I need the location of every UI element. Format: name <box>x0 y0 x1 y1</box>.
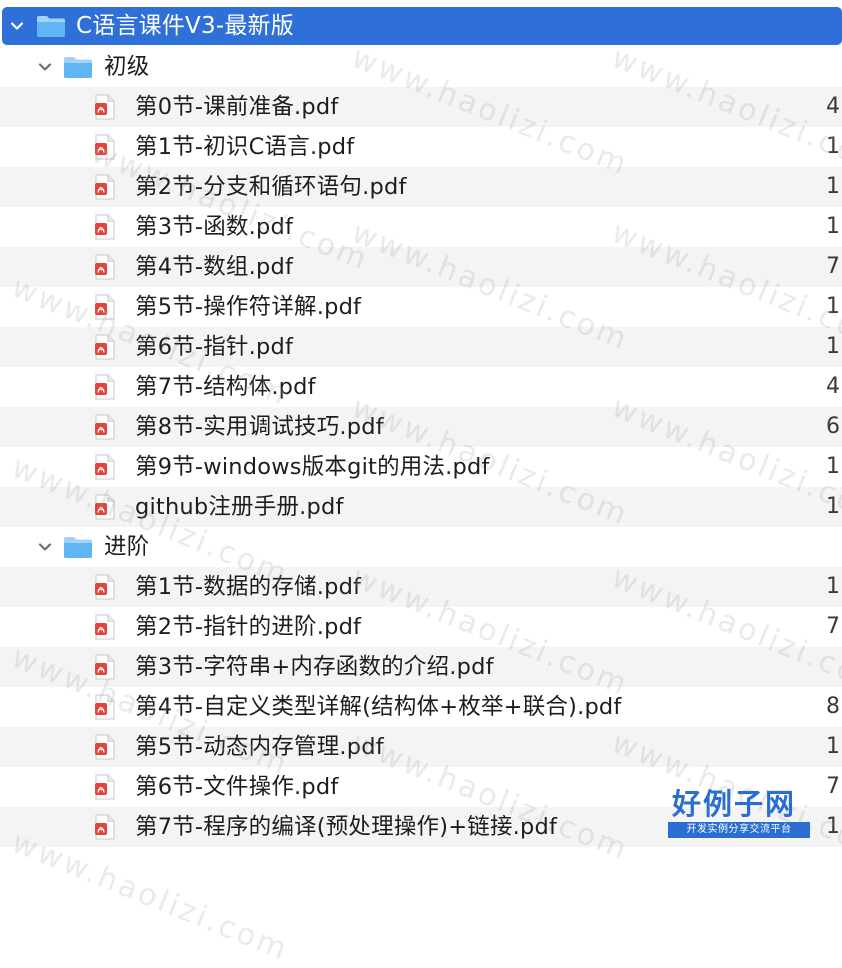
file-name: 第7节-程序的编译(预处理操作)+链接.pdf <box>135 814 558 840</box>
file-row[interactable]: 第2节-分支和循环语句.pdf 1 <box>0 167 842 207</box>
pdf-file-icon <box>95 94 115 120</box>
file-name: github注册手册.pdf <box>135 494 344 520</box>
pdf-file-icon <box>95 694 115 720</box>
file-row[interactable]: github注册手册.pdf 1 <box>0 487 842 527</box>
pdf-file-icon <box>95 294 115 320</box>
file-row[interactable]: 第7节-结构体.pdf 4 <box>0 367 842 407</box>
file-row[interactable]: 第2节-指针的进阶.pdf 7 <box>0 607 842 647</box>
file-row[interactable]: 第3节-字符串+内存函数的介绍.pdf <box>0 647 842 687</box>
pdf-file-icon <box>95 134 115 160</box>
file-row[interactable]: 第4节-自定义类型详解(结构体+枚举+联合).pdf 8 <box>0 687 842 727</box>
pdf-file-icon <box>95 654 115 680</box>
file-size: 1 <box>826 574 840 599</box>
file-name: 第3节-字符串+内存函数的介绍.pdf <box>135 654 494 680</box>
site-logo: 好例子网 开发实例分享交流平台 <box>668 788 812 840</box>
file-size: 8 <box>826 694 840 719</box>
file-size: 6 <box>826 414 840 439</box>
folder-label: 初级 <box>104 54 150 80</box>
chevron-down-icon[interactable] <box>34 536 56 558</box>
folder-row[interactable]: 进阶 <box>0 527 842 567</box>
file-row[interactable]: 第3节-函数.pdf 1 <box>0 207 842 247</box>
file-size: 4 <box>826 374 840 399</box>
pdf-file-icon <box>95 414 115 440</box>
pdf-file-icon <box>95 614 115 640</box>
logo-sub-text: 开发实例分享交流平台 <box>668 822 810 838</box>
file-size: 7 <box>826 774 840 799</box>
file-name: 第5节-操作符详解.pdf <box>135 294 362 320</box>
folder-icon <box>63 55 93 79</box>
file-row[interactable]: 第0节-课前准备.pdf 4 <box>0 87 842 127</box>
file-row[interactable]: 第4节-数组.pdf 7 <box>0 247 842 287</box>
file-size: 7 <box>826 254 840 279</box>
file-row[interactable]: 第6节-指针.pdf 1 <box>0 327 842 367</box>
file-name: 第9节-windows版本git的用法.pdf <box>135 454 490 480</box>
file-name: 第2节-指针的进阶.pdf <box>135 614 362 640</box>
chevron-down-icon[interactable] <box>34 56 56 78</box>
pdf-file-icon <box>95 494 115 520</box>
file-row[interactable]: 第5节-动态内存管理.pdf 1 <box>0 727 842 767</box>
folder-row-root[interactable]: C语言课件V3-最新版 <box>2 7 842 45</box>
file-name: 第4节-自定义类型详解(结构体+枚举+联合).pdf <box>135 694 622 720</box>
logo-main-text: 好例子网 <box>672 787 797 821</box>
file-name: 第8节-实用调试技巧.pdf <box>135 414 384 440</box>
file-row[interactable]: 第1节-数据的存储.pdf 1 <box>0 567 842 607</box>
pdf-file-icon <box>95 454 115 480</box>
chevron-down-icon[interactable] <box>6 15 28 37</box>
file-row[interactable]: 第8节-实用调试技巧.pdf 6 <box>0 407 842 447</box>
file-name: 第2节-分支和循环语句.pdf <box>135 174 407 200</box>
top-edge <box>0 0 842 7</box>
folder-label: 进阶 <box>104 534 150 560</box>
file-row[interactable]: 第5节-操作符详解.pdf 1 <box>0 287 842 327</box>
file-row[interactable]: 第9节-windows版本git的用法.pdf 1 <box>0 447 842 487</box>
folder-icon <box>36 14 66 38</box>
file-name: 第1节-初识C语言.pdf <box>135 134 355 160</box>
file-size: 7 <box>826 614 840 639</box>
folder-icon <box>63 535 93 559</box>
file-size: 1 <box>826 294 840 319</box>
file-size: 1 <box>826 454 840 479</box>
file-name: 第1节-数据的存储.pdf <box>135 574 362 600</box>
file-size: 1 <box>826 134 840 159</box>
file-size: 1 <box>826 494 840 519</box>
pdf-file-icon <box>95 374 115 400</box>
file-row[interactable]: 第1节-初识C语言.pdf 1 <box>0 127 842 167</box>
pdf-file-icon <box>95 174 115 200</box>
pdf-file-icon <box>95 214 115 240</box>
folder-row[interactable]: 初级 <box>0 47 842 87</box>
file-name: 第3节-函数.pdf <box>135 214 294 240</box>
pdf-file-icon <box>95 334 115 360</box>
file-size: 1 <box>826 174 840 199</box>
pdf-file-icon <box>95 774 115 800</box>
pdf-file-icon <box>95 574 115 600</box>
pdf-file-icon <box>95 254 115 280</box>
pdf-file-icon <box>95 814 115 840</box>
file-name: 第5节-动态内存管理.pdf <box>135 734 384 760</box>
file-name: 第6节-指针.pdf <box>135 334 294 360</box>
file-size: 1 <box>826 334 840 359</box>
file-size: 1 <box>826 814 840 839</box>
file-size: 1 <box>826 214 840 239</box>
file-name: 第4节-数组.pdf <box>135 254 294 280</box>
file-size: 4 <box>826 94 840 119</box>
file-name: 第0节-课前准备.pdf <box>135 94 339 120</box>
file-size: 1 <box>826 734 840 759</box>
pdf-file-icon <box>95 734 115 760</box>
file-name: 第7节-结构体.pdf <box>135 374 316 400</box>
file-name: 第6节-文件操作.pdf <box>135 774 339 800</box>
folder-label: C语言课件V3-最新版 <box>76 13 294 39</box>
